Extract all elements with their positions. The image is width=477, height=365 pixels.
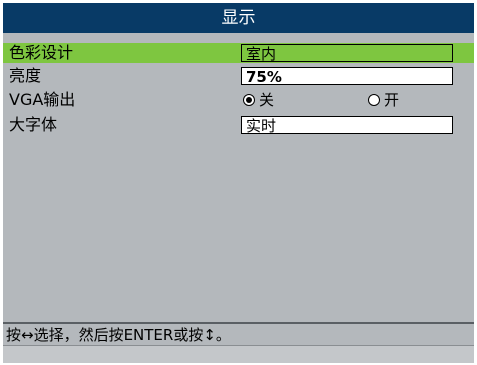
page-title: 显示 [3,3,474,33]
row-vga-output[interactable]: VGA输出 关 开 [3,90,474,110]
color-scheme-label: 色彩设计 [9,43,74,62]
row-brightness[interactable]: 亮度 75% [3,66,474,86]
brightness-label: 亮度 [9,66,42,85]
vga-on-option[interactable]: 开 [368,90,399,110]
help-bar: 按↔选择，然后按ENTER或按↕。 [3,325,474,345]
vga-off-option[interactable]: 关 [243,90,274,110]
color-scheme-value[interactable]: 室内 [241,44,453,63]
display-settings-screen: 显示 色彩设计 室内 亮度 75% VGA输出 关 开 大字体 实时 按↔选择，… [0,0,477,365]
large-font-value[interactable]: 实时 [241,116,453,135]
status-bar [3,345,474,363]
vga-output-label: VGA输出 [9,90,76,109]
row-color-scheme[interactable]: 色彩设计 室内 [3,43,474,63]
radio-selected-icon [243,94,255,106]
radio-unselected-icon [368,94,380,106]
brightness-value[interactable]: 75% [241,67,453,86]
help-divider [3,322,474,324]
help-text: 按↔选择，然后按ENTER或按↕。 [6,326,231,344]
vga-on-label: 开 [384,91,400,109]
vga-off-label: 关 [259,91,275,109]
row-large-font[interactable]: 大字体 实时 [3,115,474,135]
large-font-label: 大字体 [9,115,58,134]
